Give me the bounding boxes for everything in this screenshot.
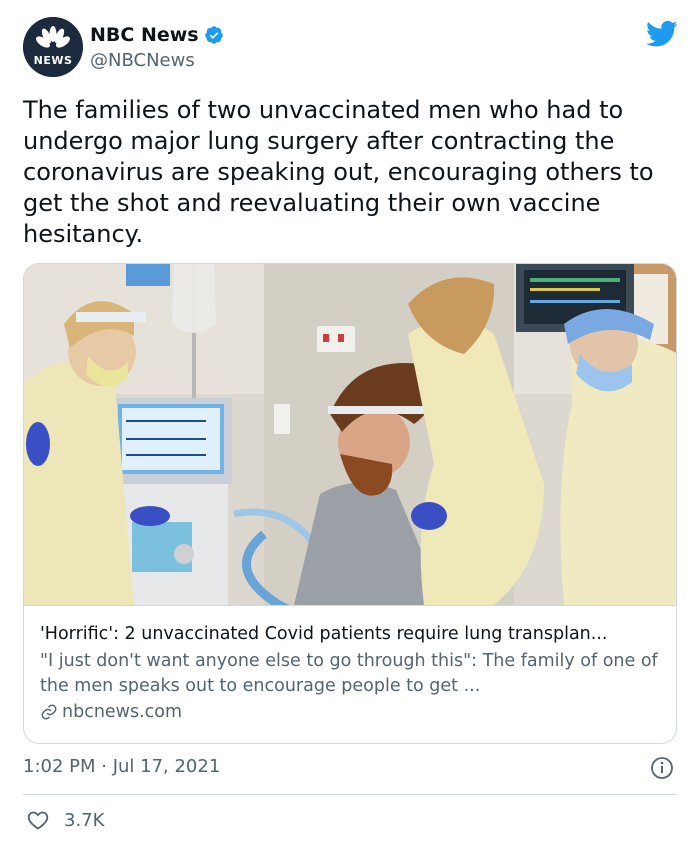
card-text-area[interactable]: 'Horrific': 2 unvaccinated Covid patient… bbox=[24, 605, 676, 743]
nbc-peacock-logo bbox=[23, 17, 83, 77]
card-description: "I just don't want anyone else to go thr… bbox=[40, 651, 658, 696]
card-domain-row[interactable]: nbcnews.com bbox=[40, 702, 662, 722]
author-name-row[interactable]: NBC News bbox=[90, 22, 224, 48]
verified-badge-icon bbox=[204, 25, 224, 45]
avatar-label: NEWS bbox=[33, 54, 73, 67]
info-icon[interactable] bbox=[650, 756, 674, 780]
link-icon bbox=[41, 704, 57, 720]
link-preview-card[interactable]: 'Horrific': 2 unvaccinated Covid patient… bbox=[23, 263, 677, 744]
card-title[interactable]: 'Horrific': 2 unvaccinated Covid patient… bbox=[40, 622, 662, 647]
author-handle[interactable]: @NBCNews bbox=[90, 50, 195, 71]
tweet-text: The families of two unvaccinated men who… bbox=[23, 96, 654, 248]
author-avatar[interactable]: NEWS bbox=[23, 17, 83, 77]
like-button[interactable]: 3.7K bbox=[26, 806, 104, 834]
card-image[interactable] bbox=[24, 264, 676, 605]
like-count: 3.7K bbox=[64, 809, 105, 831]
divider bbox=[23, 794, 677, 795]
tweet-timestamp[interactable]: 1:02 PM · Jul 17, 2021 bbox=[23, 756, 220, 777]
tweet-card: NEWS NBC News @NBCNews The families of t… bbox=[0, 0, 700, 848]
card-domain[interactable]: nbcnews.com bbox=[62, 702, 182, 722]
heart-icon[interactable] bbox=[26, 808, 50, 832]
twitter-bird-icon[interactable] bbox=[646, 20, 678, 48]
author-display-name[interactable]: NBC News bbox=[90, 24, 199, 46]
